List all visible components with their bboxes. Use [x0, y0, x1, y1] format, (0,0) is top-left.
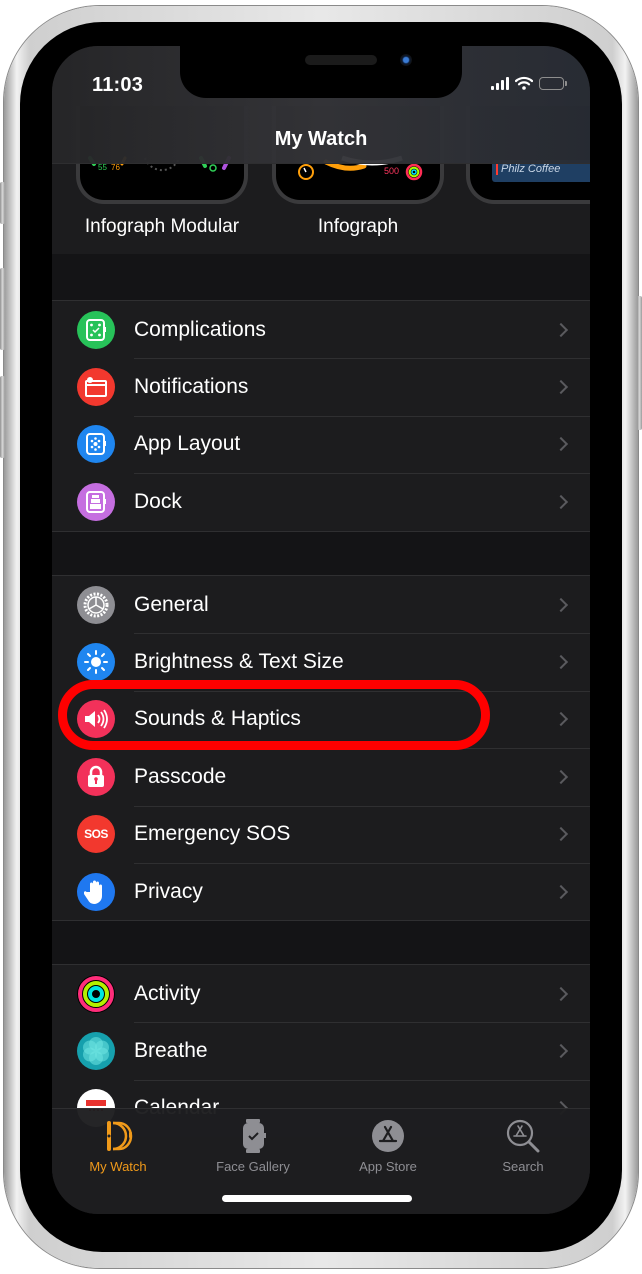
row-complications[interactable]: Complications	[52, 301, 590, 358]
tab-label: Search	[502, 1159, 544, 1174]
chevron-right-icon	[553, 827, 569, 842]
row-label: Passcode	[134, 764, 227, 788]
speaker-icon	[77, 700, 115, 739]
row-brightness-text-size[interactable]: Brightness & Text Size	[52, 633, 590, 690]
cellular-signal-icon	[491, 76, 509, 90]
row-sounds-haptics[interactable]: Sounds & Haptics	[52, 690, 590, 748]
svg-text:55: 55	[98, 163, 107, 172]
chevron-right-icon	[553, 884, 569, 899]
dock-icon	[77, 482, 115, 521]
gear-icon	[77, 585, 115, 624]
app-store-icon	[372, 1120, 404, 1152]
chevron-right-icon	[553, 380, 569, 395]
row-label: Sounds & Haptics	[134, 707, 301, 731]
search-icon	[506, 1119, 540, 1153]
breathe-icon	[77, 1032, 115, 1071]
face-label: Infograph Modular	[84, 216, 240, 237]
wifi-icon	[515, 76, 533, 90]
activity-rings-icon	[77, 974, 115, 1013]
status-icons	[491, 76, 567, 90]
chevron-right-icon	[553, 769, 569, 784]
tab-face-gallery[interactable]: Face Gallery	[193, 1119, 313, 1174]
earpiece-speaker	[305, 55, 377, 65]
settings-group-watch-faces: Complications Notifications App Layout D…	[52, 300, 590, 532]
row-label: Breathe	[134, 1039, 208, 1063]
row-emergency-sos[interactable]: SOS Emergency SOS	[52, 805, 590, 863]
notch	[180, 46, 462, 98]
chevron-right-icon	[553, 437, 569, 452]
tab-bar: My Watch Face Gallery App Store Search	[52, 1108, 590, 1214]
face-gallery-icon	[243, 1119, 266, 1153]
brightness-icon	[77, 643, 115, 682]
row-label: Dock	[134, 489, 182, 513]
face-label: Infograph	[317, 216, 399, 237]
row-notifications[interactable]: Notifications	[52, 358, 590, 415]
side-button	[637, 296, 642, 430]
tab-my-watch[interactable]: My Watch	[58, 1119, 178, 1174]
chevron-right-icon	[553, 322, 569, 337]
face-complication-text: Philz Coffee	[501, 163, 561, 175]
row-label: Brightness & Text Size	[134, 650, 344, 674]
chevron-right-icon	[553, 494, 569, 509]
volume-down-button	[0, 376, 5, 458]
row-breathe[interactable]: Breathe	[52, 1022, 590, 1079]
notifications-icon	[77, 368, 115, 407]
row-label: General	[134, 592, 209, 616]
face-complication-text: 500	[384, 166, 399, 176]
battery-icon	[539, 76, 567, 90]
row-label: Notifications	[134, 375, 249, 399]
tab-app-store[interactable]: App Store	[328, 1119, 448, 1174]
page-title: My Watch	[274, 128, 368, 150]
complications-icon	[77, 310, 115, 349]
chevron-right-icon	[553, 986, 569, 1001]
tab-search[interactable]: Search	[463, 1119, 583, 1174]
svg-text:76: 76	[111, 163, 120, 172]
row-label: App Layout	[134, 432, 241, 456]
chevron-right-icon	[553, 1044, 569, 1059]
chevron-right-icon	[553, 712, 569, 727]
face-label: Siri	[466, 216, 590, 238]
tab-label: Face Gallery	[216, 1159, 290, 1174]
lock-icon	[77, 757, 115, 796]
settings-group-system: General Brightness & Text Size Sounds & …	[52, 575, 590, 922]
tab-label: My Watch	[89, 1159, 147, 1174]
row-label: Activity	[134, 981, 201, 1005]
row-passcode[interactable]: Passcode	[52, 748, 590, 805]
status-time: 11:03	[92, 74, 144, 96]
screen: 55 76 Infograph Modular 500 Infograph Ph…	[52, 46, 590, 1214]
watch-icon	[107, 1121, 133, 1151]
sos-icon-text: SOS	[84, 827, 108, 842]
row-label: Privacy	[134, 879, 203, 903]
row-label: Emergency SOS	[134, 822, 291, 846]
row-general[interactable]: General	[52, 576, 590, 633]
tab-label: App Store	[359, 1159, 417, 1174]
row-dock[interactable]: Dock	[52, 473, 590, 530]
row-label: Complications	[134, 317, 266, 341]
volume-up-button	[0, 268, 5, 350]
sos-icon: SOS	[77, 815, 115, 854]
hand-icon	[77, 872, 115, 911]
front-camera	[400, 54, 412, 66]
app-layout-icon	[77, 425, 115, 464]
chevron-right-icon	[553, 655, 569, 670]
home-indicator[interactable]	[222, 1195, 412, 1202]
row-activity[interactable]: Activity	[52, 965, 590, 1022]
silent-switch	[0, 182, 5, 224]
row-app-layout[interactable]: App Layout	[52, 415, 590, 473]
row-privacy[interactable]: Privacy	[52, 862, 590, 920]
chevron-right-icon	[553, 597, 569, 612]
